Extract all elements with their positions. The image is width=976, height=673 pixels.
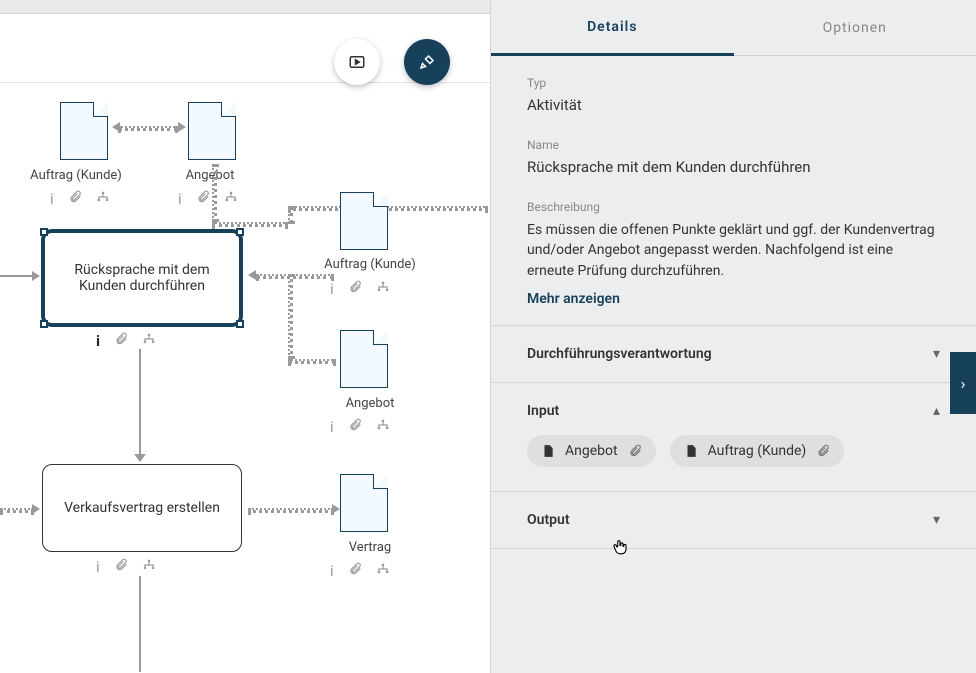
arrow-head-left bbox=[112, 122, 120, 132]
tools-icon bbox=[418, 53, 436, 71]
chevron-down-icon: ▾ bbox=[933, 512, 940, 528]
connector-dotted bbox=[0, 508, 34, 513]
attachment-icon[interactable] bbox=[68, 190, 82, 208]
doc-vertrag-label: Vertrag bbox=[300, 540, 440, 555]
chevron-right-icon: › bbox=[961, 374, 966, 393]
doc-angebot-side-label: Angebot bbox=[300, 396, 440, 411]
info-icon[interactable]: i bbox=[330, 280, 334, 298]
doc-angebot-top-icons[interactable]: i bbox=[178, 190, 238, 208]
hierarchy-icon[interactable] bbox=[376, 280, 390, 298]
section-output[interactable]: Output ▾ bbox=[491, 492, 976, 549]
document-icon bbox=[684, 443, 698, 459]
info-icon[interactable]: i bbox=[330, 562, 334, 580]
attachment-icon bbox=[628, 444, 642, 458]
panel-collapse-button[interactable]: › bbox=[950, 352, 976, 414]
connector-dotted bbox=[212, 164, 217, 222]
connector-dotted bbox=[212, 222, 288, 227]
doc-auftrag-kunde-top[interactable] bbox=[60, 102, 108, 160]
attachment-icon[interactable] bbox=[114, 558, 128, 576]
section-responsibility-label: Durchführungsverantwortung bbox=[527, 346, 712, 362]
desc-label: Beschreibung bbox=[527, 200, 940, 214]
connector-solid bbox=[139, 349, 141, 457]
doc-auftrag-top-icons[interactable]: i bbox=[50, 190, 110, 208]
doc-angebot-side-icons[interactable]: i bbox=[330, 418, 390, 436]
info-icon[interactable]: i bbox=[330, 418, 334, 436]
chevron-up-icon: ▴ bbox=[933, 403, 940, 419]
arrow-head-down bbox=[134, 454, 146, 462]
name-label: Name bbox=[527, 138, 940, 152]
section-output-label: Output bbox=[527, 512, 570, 528]
show-more-link[interactable]: Mehr anzeigen bbox=[527, 291, 620, 307]
tab-options[interactable]: Optionen bbox=[734, 0, 976, 56]
chip-auftrag-label: Auftrag (Kunde) bbox=[708, 443, 807, 459]
attachment-icon bbox=[816, 444, 830, 458]
connector-solid bbox=[0, 275, 34, 277]
desc-value: Es müssen die offenen Punkte geklärt und… bbox=[527, 220, 940, 281]
connector-dotted bbox=[118, 126, 178, 131]
connector-dotted bbox=[256, 274, 334, 279]
doc-vertrag[interactable] bbox=[340, 474, 388, 532]
chevron-down-icon: ▾ bbox=[933, 346, 940, 362]
edit-button[interactable] bbox=[404, 39, 450, 85]
arrow-head-left bbox=[248, 270, 256, 280]
attachment-icon[interactable] bbox=[348, 280, 362, 298]
arrow-head-right bbox=[178, 122, 186, 132]
doc-auftrag-side-icons[interactable]: i bbox=[330, 280, 390, 298]
typ-label: Typ bbox=[527, 76, 940, 90]
info-icon[interactable]: i bbox=[178, 190, 182, 208]
activity-verkaufsvertrag-label: Verkaufsvertrag erstellen bbox=[64, 500, 220, 516]
activity-ruecksprache-label: Rücksprache mit dem Kunden durchführen bbox=[55, 262, 229, 294]
connector-dotted bbox=[288, 274, 293, 359]
doc-angebot-side[interactable] bbox=[340, 330, 388, 388]
doc-angebot-top-label: Angebot bbox=[140, 168, 280, 183]
doc-vertrag-icons[interactable]: i bbox=[330, 562, 390, 580]
chip-angebot-label: Angebot bbox=[565, 443, 618, 459]
play-button[interactable] bbox=[334, 39, 380, 85]
hierarchy-icon[interactable] bbox=[376, 562, 390, 580]
info-icon[interactable]: i bbox=[96, 558, 100, 576]
info-icon[interactable]: i bbox=[50, 190, 54, 208]
typ-value: Aktivität bbox=[527, 96, 940, 114]
chip-auftrag[interactable]: Auftrag (Kunde) bbox=[670, 435, 845, 467]
doc-auftrag-kunde-side[interactable] bbox=[340, 192, 388, 250]
name-value: Rücksprache mit dem Kunden durchführen bbox=[527, 158, 940, 176]
hierarchy-icon[interactable] bbox=[224, 190, 238, 208]
chip-angebot[interactable]: Angebot bbox=[527, 435, 656, 467]
attachment-icon[interactable] bbox=[348, 562, 362, 580]
panel-tabs: Details Optionen bbox=[491, 0, 976, 56]
connector-solid bbox=[139, 576, 141, 672]
attachment-icon[interactable] bbox=[196, 190, 210, 208]
hierarchy-icon[interactable] bbox=[376, 418, 390, 436]
activity-verkaufsvertrag-icons[interactable]: i bbox=[96, 558, 156, 576]
arrow-head-right bbox=[32, 271, 40, 281]
doc-auftrag-kunde-side-label: Auftrag (Kunde) bbox=[300, 257, 440, 272]
arrow-head-right bbox=[332, 504, 340, 514]
info-icon[interactable]: i bbox=[96, 332, 100, 350]
attachment-icon[interactable] bbox=[348, 418, 362, 436]
hierarchy-icon[interactable] bbox=[142, 332, 156, 350]
document-icon bbox=[541, 443, 555, 459]
arrow-head-right bbox=[32, 504, 40, 514]
activity-ruecksprache-icons[interactable]: i bbox=[96, 332, 156, 350]
play-icon bbox=[348, 53, 366, 71]
connector-dotted bbox=[288, 206, 488, 211]
details-panel: Details Optionen Typ Aktivität Name Rück… bbox=[490, 0, 976, 673]
section-input-label: Input bbox=[527, 403, 559, 419]
hierarchy-icon[interactable] bbox=[142, 558, 156, 576]
tab-details[interactable]: Details bbox=[491, 0, 734, 56]
connector-dotted bbox=[248, 508, 334, 513]
doc-auftrag-kunde-top-label: Auftrag (Kunde) bbox=[6, 168, 146, 183]
diagram-canvas[interactable]: Auftrag (Kunde) i Angebot i Rücksprache … bbox=[0, 14, 490, 673]
hierarchy-icon[interactable] bbox=[96, 190, 110, 208]
connector-dotted bbox=[288, 359, 336, 364]
attachment-icon[interactable] bbox=[114, 332, 128, 350]
activity-ruecksprache[interactable]: Rücksprache mit dem Kunden durchführen bbox=[42, 230, 242, 326]
section-input[interactable]: Input ▴ bbox=[491, 383, 976, 423]
doc-angebot-top[interactable] bbox=[188, 102, 236, 160]
activity-verkaufsvertrag[interactable]: Verkaufsvertrag erstellen bbox=[42, 464, 242, 552]
input-chips: Angebot Auftrag (Kunde) bbox=[491, 423, 976, 492]
section-responsibility[interactable]: Durchführungsverantwortung ▾ bbox=[491, 326, 976, 383]
